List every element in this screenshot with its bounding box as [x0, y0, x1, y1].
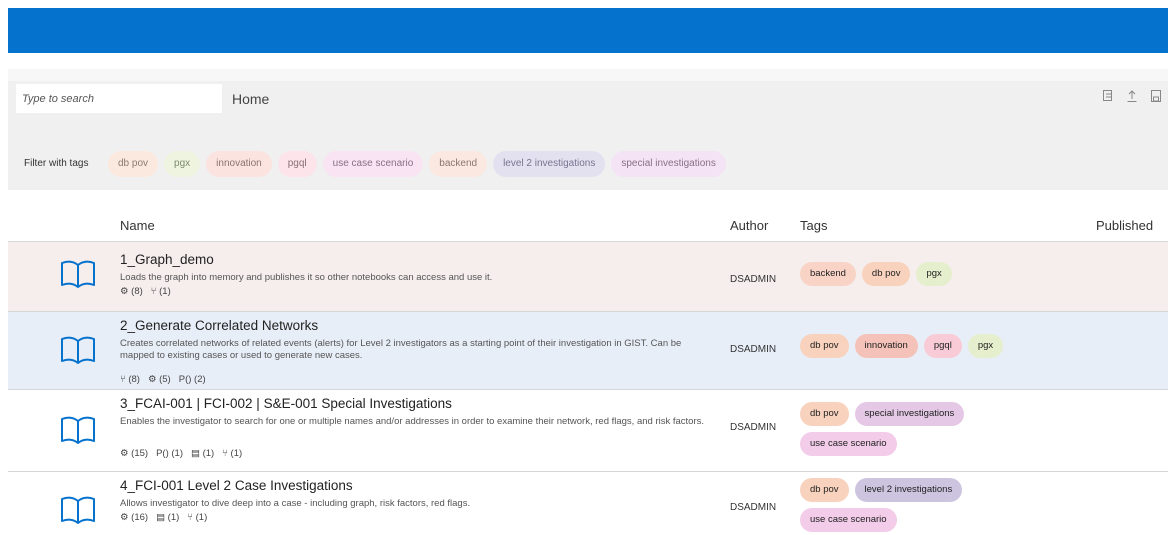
paragraph-count: P() (1) [156, 448, 183, 459]
notebook-book-icon [60, 336, 96, 364]
paragraph-count: ⚙ (5) [147, 374, 171, 385]
filter-tag[interactable]: level 2 investigations [493, 151, 606, 177]
notebook-tag[interactable]: use case scenario [800, 432, 897, 456]
notebook-description: Enables the investigator to search for o… [120, 416, 705, 427]
paragraph-count: ⑂ (1) [222, 448, 243, 459]
paragraph-count: ⑂ (1) [187, 512, 208, 523]
notebook-description: Loads the graph into memory and publishe… [120, 272, 493, 283]
filter-tag[interactable]: use case scenario [322, 151, 424, 177]
paragraph-count: ⑂ (8) [120, 374, 140, 385]
column-header-published[interactable]: Published [1096, 218, 1153, 233]
notebook-tag[interactable]: pgx [967, 334, 1004, 358]
notebook-tag[interactable]: db pov [861, 262, 911, 286]
notebook-tag[interactable]: pgx [916, 262, 952, 286]
notebook-tags: backend db pov pgx [800, 262, 1020, 286]
notebook-tag[interactable]: db pov [800, 334, 849, 358]
breadcrumb-home[interactable]: Home [232, 91, 269, 107]
paragraph-count: ⚙ (16) [120, 512, 149, 523]
notebook-tag[interactable]: special investigations [854, 402, 965, 426]
upload-icon[interactable] [1126, 89, 1138, 103]
notebook-tags: db pov level 2 investigations use case sce… [800, 478, 1020, 532]
app-header-bar [8, 8, 1168, 53]
notebook-tag[interactable]: level 2 investigations [854, 478, 963, 502]
save-icon[interactable] [1150, 89, 1162, 103]
paragraph-count: ⑂ (1) [150, 286, 171, 297]
notebook-tag[interactable]: use case scenario [800, 508, 897, 532]
notebook-book-icon [60, 260, 96, 288]
notebook-paragraph-counts: ⚙ (8) ⑂ (1) [120, 286, 171, 297]
spacer [8, 53, 1168, 69]
notebook-title[interactable]: 4_FCI-001 Level 2 Case Investigations [120, 478, 353, 493]
notebook-row[interactable]: 4_FCI-001 Level 2 Case Investigations All… [8, 471, 1168, 535]
notebook-paragraph-counts: ⑂ (8) ⚙ (5) P() (2) [120, 374, 206, 385]
paragraph-count: ▤ (1) [190, 448, 215, 459]
paragraph-count: ▤ (1) [156, 512, 180, 523]
table-header: Name Author Tags Published [0, 210, 1168, 240]
toolbar: Home [8, 81, 1168, 138]
tag-filter-bar: Filter with tags db pov pgx innovation pgql… [8, 138, 1168, 190]
notebook-tag[interactable]: innovation [854, 334, 918, 358]
filter-tag[interactable]: special investigations [611, 151, 726, 177]
filter-tag[interactable]: innovation [206, 151, 272, 177]
notebook-paragraph-counts: ⚙ (15) P() (1) ▤ (1) ⑂ (1) [120, 448, 242, 459]
notebook-description: Allows investigator to dive deep into a … [120, 498, 471, 509]
notebook-author: DSADMIN [730, 422, 777, 433]
notebook-title[interactable]: 1_Graph_demo [120, 252, 214, 267]
notebook-book-icon [60, 416, 96, 444]
paragraph-count: ⚙ (8) [120, 286, 143, 297]
notebook-author: DSADMIN [730, 344, 777, 355]
notebook-row[interactable]: 1_Graph_demo Loads the graph into memory … [8, 241, 1168, 311]
notebook-author: DSADMIN [730, 502, 777, 513]
filter-tag[interactable]: pgql [277, 151, 317, 177]
notebook-author: DSADMIN [730, 274, 777, 285]
notebook-description: Creates correlated networks of related e… [120, 338, 682, 361]
column-header-author[interactable]: Author [730, 218, 768, 233]
paragraph-count: ⚙ (15) [120, 448, 149, 459]
notebook-tag[interactable]: db pov [800, 402, 849, 426]
toolbar-actions [1102, 89, 1162, 103]
filter-tag[interactable]: pgx [164, 151, 201, 177]
import-icon[interactable] [1102, 89, 1114, 103]
filter-tag[interactable]: db pov [108, 151, 159, 177]
notebook-tag[interactable]: db pov [800, 478, 849, 502]
notebook-tags: db pov special investigations use case sce… [800, 402, 1020, 456]
filter-tag[interactable]: backend [429, 151, 488, 177]
notebook-row[interactable]: 3_FCAI-001 | FCI-002 | S&E-001 Special I… [8, 389, 1168, 471]
notebook-paragraph-counts: ⚙ (16) ▤ (1) ⑂ (1) [120, 512, 207, 523]
notebook-book-icon [60, 496, 96, 524]
spacer-strip [8, 69, 1168, 81]
filter-tag-list: db pov pgx innovation pgql use case scenario… [108, 151, 726, 177]
paragraph-count: P() (2) [178, 374, 206, 385]
notebook-tag[interactable]: backend [800, 262, 856, 286]
notebook-tags: db pov innovation pgql pgx [800, 334, 1020, 358]
search-input[interactable] [16, 84, 222, 113]
notebook-row[interactable]: 2_Generate Correlated Networks Creates co… [8, 311, 1168, 389]
notebook-title[interactable]: 2_Generate Correlated Networks [120, 318, 318, 333]
column-header-name[interactable]: Name [120, 218, 155, 233]
notebook-title[interactable]: 3_FCAI-001 | FCI-002 | S&E-001 Special I… [120, 396, 452, 411]
filter-label: Filter with tags [24, 158, 89, 169]
notebook-tag[interactable]: pgql [923, 334, 962, 358]
column-header-tags[interactable]: Tags [800, 218, 827, 233]
